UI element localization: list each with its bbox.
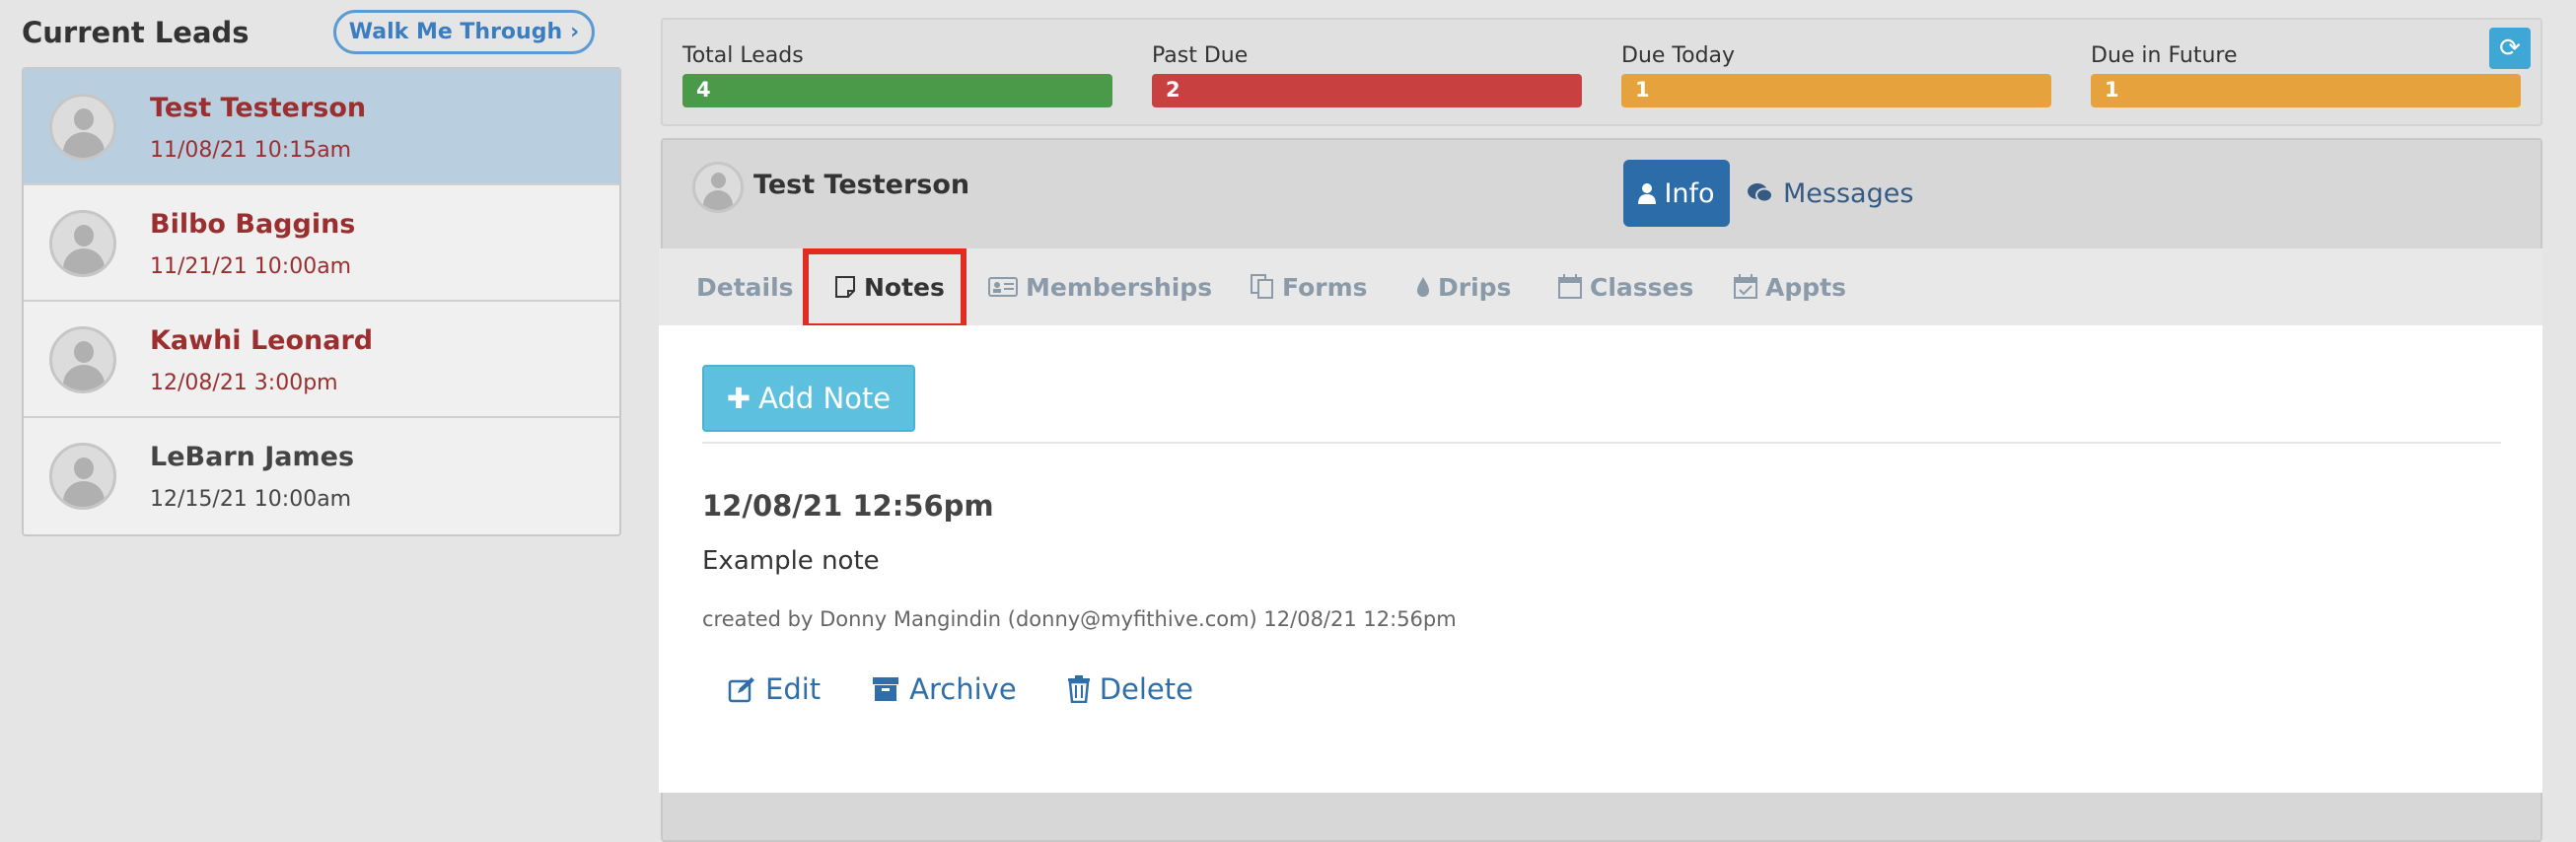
stat-label: Due in Future (2091, 43, 2238, 68)
lead-date: 11/21/21 10:00am (150, 254, 352, 279)
leads-header: Current Leads Walk Me Through › (22, 10, 623, 54)
lead-stats-panel: Total Leads 4 Past Due 2 Due Today 1 Due… (661, 18, 2542, 126)
tab-label: Appts (1765, 272, 1846, 302)
archive-label: Archive (909, 672, 1017, 706)
tab-notes-highlight (803, 248, 966, 329)
avatar (692, 162, 744, 213)
tab-label: Memberships (1026, 272, 1213, 302)
info-button[interactable]: Info (1623, 160, 1730, 227)
lead-date: 12/08/21 3:00pm (150, 371, 338, 395)
lead-item[interactable]: Bilbo Baggins 11/21/21 10:00am (24, 185, 619, 302)
drop-icon (1416, 276, 1430, 298)
tab-memberships[interactable]: Memberships (988, 248, 1212, 325)
walk-me-through-button[interactable]: Walk Me Through › (333, 10, 595, 54)
info-label: Info (1664, 177, 1715, 209)
archive-icon (872, 676, 899, 702)
walk-me-through-label: Walk Me Through (348, 20, 563, 44)
stat-label: Due Today (1621, 43, 1736, 68)
stat-bar: 2 (1152, 74, 1582, 107)
lead-name: LeBarn James (150, 442, 355, 472)
contact-name: Test Testerson (753, 170, 970, 200)
note-actions: Edit Archive Delete (728, 672, 1193, 706)
edit-note-button[interactable]: Edit (728, 672, 821, 706)
stat-due-today: Due Today 1 (1621, 43, 2051, 107)
avatar (49, 94, 116, 161)
tab-label: Classes (1590, 272, 1694, 302)
add-note-label: Add Note (758, 382, 892, 415)
calendar-icon (1558, 274, 1582, 300)
stat-bar: 1 (1621, 74, 2051, 107)
notes-pane: ✚ Add Note 12/08/21 12:56pm Example note… (659, 325, 2542, 793)
delete-note-button[interactable]: Delete (1067, 672, 1193, 706)
page-title: Current Leads (22, 16, 250, 49)
lead-date: 11/08/21 10:15am (150, 138, 352, 163)
stat-due-future: Due in Future 1 (2091, 43, 2521, 107)
note-meta: created by Donny Mangindin (donny@myfith… (702, 607, 1457, 631)
stat-total-leads: Total Leads 4 (682, 43, 1112, 107)
id-card-icon (988, 276, 1018, 298)
avatar (49, 443, 116, 510)
trash-icon (1067, 675, 1090, 703)
user-icon (1638, 182, 1657, 204)
delete-label: Delete (1099, 672, 1193, 706)
refresh-button[interactable]: ⟳ (2489, 28, 2531, 69)
note-date: 12/08/21 12:56pm (702, 489, 994, 523)
tab-label: Forms (1282, 272, 1368, 302)
archive-note-button[interactable]: Archive (872, 672, 1017, 706)
tab-classes[interactable]: Classes (1558, 248, 1693, 325)
tab-label: Drips (1438, 272, 1512, 302)
tab-appts[interactable]: Appts (1734, 248, 1846, 325)
tab-label: Details (696, 272, 794, 302)
lead-name: Test Testerson (150, 93, 367, 123)
lead-name: Bilbo Baggins (150, 209, 356, 240)
stat-past-due: Past Due 2 (1152, 43, 1582, 107)
lead-item[interactable]: Test Testerson 11/08/21 10:15am (24, 69, 619, 185)
plus-icon: ✚ (726, 382, 751, 415)
comments-icon (1748, 182, 1773, 204)
refresh-icon: ⟳ (2499, 34, 2521, 63)
lead-item[interactable]: Kawhi Leonard 12/08/21 3:00pm (24, 302, 619, 418)
edit-icon (728, 675, 755, 703)
chevron-right-icon: › (570, 20, 580, 44)
edit-label: Edit (765, 672, 822, 706)
messages-label: Messages (1783, 177, 1914, 209)
tab-drips[interactable]: Drips (1416, 248, 1511, 325)
lead-date: 12/15/21 10:00am (150, 487, 352, 512)
stat-label: Past Due (1152, 43, 1249, 68)
divider (702, 442, 2501, 444)
files-icon (1251, 274, 1274, 300)
stat-bar: 4 (682, 74, 1112, 107)
add-note-button[interactable]: ✚ Add Note (702, 365, 915, 432)
avatar (49, 326, 116, 393)
tab-details[interactable]: Details (696, 248, 794, 325)
lead-item[interactable]: LeBarn James 12/15/21 10:00am (24, 418, 619, 534)
tab-forms[interactable]: Forms (1251, 248, 1368, 325)
stat-bar: 1 (2091, 74, 2521, 107)
avatar (49, 210, 116, 277)
calendar-check-icon (1734, 274, 1757, 300)
note-body: Example note (702, 546, 880, 576)
lead-list: Test Testerson 11/08/21 10:15am Bilbo Ba… (22, 67, 621, 536)
stat-label: Total Leads (682, 43, 804, 68)
lead-name: Kawhi Leonard (150, 325, 374, 356)
messages-button[interactable]: Messages (1748, 160, 1913, 227)
